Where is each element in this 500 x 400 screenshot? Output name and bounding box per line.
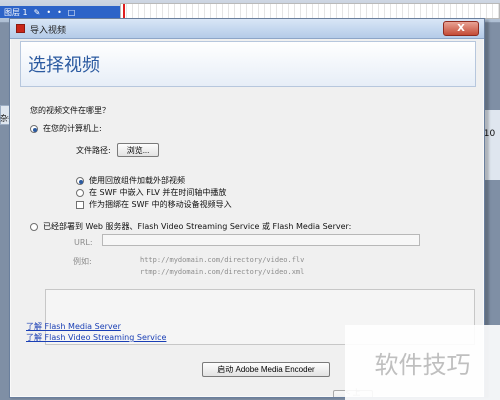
playhead[interactable] xyxy=(123,4,125,18)
load-external-video-option[interactable]: 使用回放组件加载外部视频 xyxy=(76,175,185,186)
launch-encoder-button[interactable]: 启动 Adobe Media Encoder xyxy=(202,362,330,377)
close-icon: X xyxy=(457,22,465,34)
learn-flash-media-server-link[interactable]: 了解 Flash Media Server xyxy=(26,321,121,332)
learn-flash-video-streaming-link[interactable]: 了解 Flash Video Streaming Service xyxy=(26,332,166,343)
radio-unselected-icon[interactable] xyxy=(30,222,38,231)
radio-unselected-icon[interactable] xyxy=(76,188,84,197)
eye-icon: • xyxy=(46,7,52,17)
layer-name: 图层 1 xyxy=(4,7,28,17)
deployed-radio-label: 已经部署到 Web 服务器、Flash Video Streaming Serv… xyxy=(43,222,352,231)
outline-icon: □ xyxy=(67,7,76,17)
checkbox-icon[interactable] xyxy=(76,200,84,209)
pencil-icon: ✎ xyxy=(33,7,41,17)
load-external-video-label: 使用回放组件加载外部视频 xyxy=(89,176,185,185)
embed-flv-label: 在 SWF 中嵌入 FLV 并在时间轴中播放 xyxy=(89,188,227,197)
timeline[interactable] xyxy=(120,3,500,19)
close-button[interactable]: X xyxy=(443,21,479,36)
browse-button[interactable]: 浏览... xyxy=(116,143,160,157)
layer-row[interactable]: 图层 1 ✎ • • □ xyxy=(0,6,120,18)
dialog-header: 选择视频 xyxy=(20,41,476,87)
example-label: 例如: xyxy=(73,257,92,266)
computer-radio-label: 在您的计算机上: xyxy=(43,124,102,133)
import-mobile-video-label: 作为捆绑在 SWF 中的移动设备视频导入 xyxy=(89,200,232,209)
flash-icon xyxy=(16,24,25,33)
question-label: 您的视频文件在哪里？ xyxy=(30,106,110,115)
import-mobile-video-option[interactable]: 作为捆绑在 SWF 中的移动设备视频导入 xyxy=(76,199,232,210)
computer-radio-option[interactable]: 在您的计算机上: xyxy=(30,123,102,134)
radio-selected-icon[interactable] xyxy=(76,176,84,185)
example-http: http://mydomain.com/directory/video.flv xyxy=(140,256,305,264)
file-path-row: 文件路径: 浏览... xyxy=(76,143,160,157)
lock-icon: • xyxy=(57,7,62,17)
file-path-label: 文件路径: xyxy=(76,145,111,155)
example-rtmp: rtmp://mydomain.com/directory/video.xml xyxy=(140,268,305,276)
url-input[interactable] xyxy=(102,234,420,246)
header-title: 选择视频 xyxy=(28,55,100,76)
deployed-radio-option[interactable]: 已经部署到 Web 服务器、Flash Video Streaming Serv… xyxy=(30,221,351,232)
dialog-title: 导入视频 xyxy=(30,26,67,36)
radio-selected-icon[interactable] xyxy=(30,124,38,133)
url-label: URL: xyxy=(74,238,93,247)
dialog-titlebar: 导入视频 X xyxy=(10,19,484,39)
embed-flv-option[interactable]: 在 SWF 中嵌入 FLV 并在时间轴中播放 xyxy=(76,187,226,198)
watermark: 软件技巧 xyxy=(345,325,500,400)
